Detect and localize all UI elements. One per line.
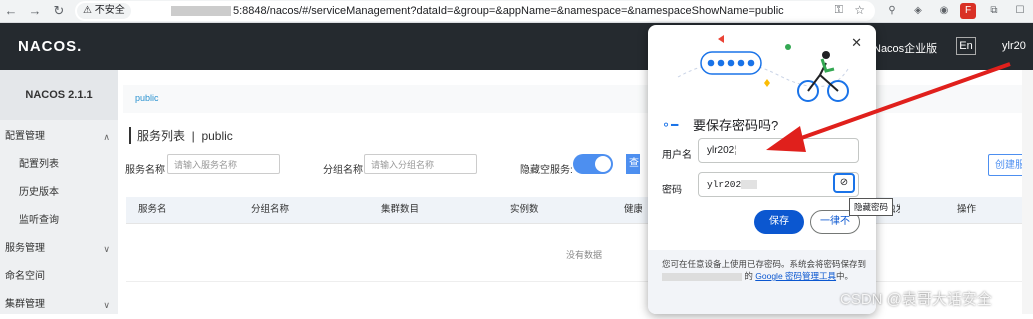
column-header: 服务名 bbox=[138, 204, 167, 215]
chrome-icon[interactable]: ◉ bbox=[936, 3, 952, 19]
empty-state: 没有数据 bbox=[566, 250, 603, 260]
chevron-down-icon: ∨ bbox=[103, 300, 110, 310]
hide-empty-toggle[interactable] bbox=[573, 154, 613, 174]
column-header: 健康实例数 bbox=[624, 204, 642, 215]
key-icon: ⚬━ bbox=[661, 118, 679, 132]
sidebar-item-label: 配置列表 bbox=[19, 159, 59, 170]
query-button-label: 查询 bbox=[629, 158, 639, 169]
sidebar-item-config[interactable]: 配置管理 ∧ bbox=[0, 123, 118, 151]
back-icon[interactable]: ← bbox=[2, 2, 20, 20]
language-button[interactable]: En bbox=[956, 37, 976, 55]
footer-text-part: 中。 bbox=[836, 271, 854, 281]
column-header: 实例数 bbox=[510, 204, 539, 215]
forward-icon[interactable]: → bbox=[26, 2, 44, 20]
column-header: 操作 bbox=[957, 204, 977, 215]
column-header: 分组名称 bbox=[251, 204, 290, 215]
username-field[interactable]: ylr202¦ bbox=[698, 138, 859, 163]
url-path: 5:8848/nacos/#/serviceManagement?dataId=… bbox=[233, 5, 784, 17]
redacted-host bbox=[171, 6, 231, 17]
sidebar-item-history[interactable]: 历史版本 bbox=[0, 179, 118, 207]
footer-text-part: 您可在任意设备上使用已存密码。系统会将密码保存到 bbox=[662, 259, 867, 269]
dialog-title: 要保存密码吗? bbox=[693, 118, 779, 133]
sidebar-item-label: 历史版本 bbox=[19, 187, 59, 198]
sidebar-item-services[interactable]: 服务管理 ∨ bbox=[0, 235, 118, 263]
sidebar-item-namespace[interactable]: 命名空间 bbox=[0, 263, 118, 291]
column-header: 集群数目 bbox=[381, 204, 420, 215]
watermark: CSDN @袁哥大话安全 bbox=[840, 291, 992, 308]
table-header: 服务名 分组名称 集群数目 实例数 健康实例数 触发保护阈值 操作 bbox=[126, 197, 1033, 224]
chevron-down-icon: ∨ bbox=[103, 244, 110, 254]
sidebar-item-label: 命名空间 bbox=[5, 271, 45, 282]
namespace-tab-public[interactable]: public bbox=[135, 93, 159, 103]
sidebar-item-config-list[interactable]: 配置列表 bbox=[0, 151, 118, 179]
service-name-label: 服务名称 bbox=[125, 165, 165, 176]
page-title: 服务列表 | public bbox=[129, 127, 233, 144]
footer-text-part: 的 bbox=[744, 271, 753, 281]
password-value: ylr202 bbox=[707, 179, 742, 190]
security-indicator[interactable]: ⚠ 不安全 bbox=[77, 3, 131, 19]
password-illustration-icon bbox=[677, 35, 849, 102]
redacted-account bbox=[662, 272, 742, 281]
main-content: public 服务列表 | public 服务名称 请输入服务名称 分组名称 请… bbox=[118, 70, 1033, 314]
bookmark-star-icon[interactable]: ☆ bbox=[854, 3, 865, 17]
sidebar-item-label: 服务管理 bbox=[5, 243, 45, 254]
service-name-input[interactable]: 请输入服务名称 bbox=[167, 154, 280, 174]
profile-icon[interactable]: ☐ bbox=[1012, 3, 1028, 19]
group-name-label: 分组名称 bbox=[323, 165, 363, 176]
extension-icon[interactable]: ⚲ bbox=[884, 3, 900, 19]
sidebar-item-label: 监听查询 bbox=[19, 215, 59, 226]
sidebar-item-listener[interactable]: 监听查询 bbox=[0, 207, 118, 235]
chevron-up-icon: ∧ bbox=[103, 132, 110, 142]
app-header: NACOS. Nacos企业版 En ylr20 bbox=[0, 23, 1033, 70]
query-button[interactable]: 查询 bbox=[626, 154, 640, 174]
puzzle-icon[interactable]: ⧉ bbox=[986, 3, 1002, 19]
sidebar-item-cluster[interactable]: 集群管理 ∨ bbox=[0, 291, 118, 319]
scrollbar[interactable] bbox=[1022, 70, 1033, 314]
username-value: ylr202 bbox=[707, 145, 735, 156]
sidebar: NACOS 2.1.1 配置管理 ∧ 配置列表 历史版本 监听查询 服务管理 ∨ 命… bbox=[0, 70, 118, 314]
extension-icon[interactable]: ◈ bbox=[910, 3, 926, 19]
security-label: 不安全 bbox=[94, 5, 125, 16]
table-body: 没有数据 bbox=[126, 223, 1033, 282]
browser-toolbar: ← → ↻ ⚠ 不安全 5:8848/nacos/#/serviceManage… bbox=[0, 0, 1033, 23]
sidebar-item-label: 集群管理 bbox=[5, 299, 45, 310]
reload-icon[interactable]: ↻ bbox=[50, 2, 68, 20]
extension-icon[interactable]: F bbox=[960, 3, 976, 19]
save-password-dialog: ✕ ⚬━ 要保存密码吗? 用户名 ylr202¦ 密码 ylr202 ⊘ 保存 … bbox=[648, 25, 876, 314]
nacos-logo[interactable]: NACOS. bbox=[18, 38, 82, 55]
save-button[interactable]: 保存 bbox=[754, 210, 804, 234]
redacted-text bbox=[741, 179, 758, 189]
url-text[interactable]: 5:8848/nacos/#/serviceManagement?dataId=… bbox=[171, 1, 784, 21]
username-label: 用户名 bbox=[662, 150, 692, 161]
version-label: NACOS 2.1.1 bbox=[0, 70, 118, 120]
password-manager-link[interactable]: Google 密码管理工具 bbox=[755, 271, 836, 281]
address-bar[interactable]: ⚠ 不安全 5:8848/nacos/#/serviceManagement?d… bbox=[75, 1, 875, 21]
hide-empty-label: 隐藏空服务: bbox=[520, 165, 573, 176]
hide-password-tooltip: 隐藏密码 bbox=[849, 198, 894, 216]
hide-password-icon[interactable]: ⊘ bbox=[833, 173, 855, 193]
sidebar-item-label: 配置管理 bbox=[5, 131, 45, 142]
toggle-knob bbox=[595, 156, 611, 172]
group-name-input[interactable]: 请输入分组名称 bbox=[364, 154, 477, 174]
namespace-bar: public bbox=[123, 85, 1033, 113]
footer-text: 您可在任意设备上使用已存密码。系统会将密码保存到 的 Google 密码管理工具… bbox=[662, 258, 867, 282]
key-icon[interactable]: ⚿ bbox=[835, 4, 843, 17]
enterprise-link[interactable]: Nacos企业版 bbox=[873, 40, 937, 56]
user-menu[interactable]: ylr20 bbox=[1002, 40, 1026, 52]
password-label: 密码 bbox=[662, 185, 682, 196]
